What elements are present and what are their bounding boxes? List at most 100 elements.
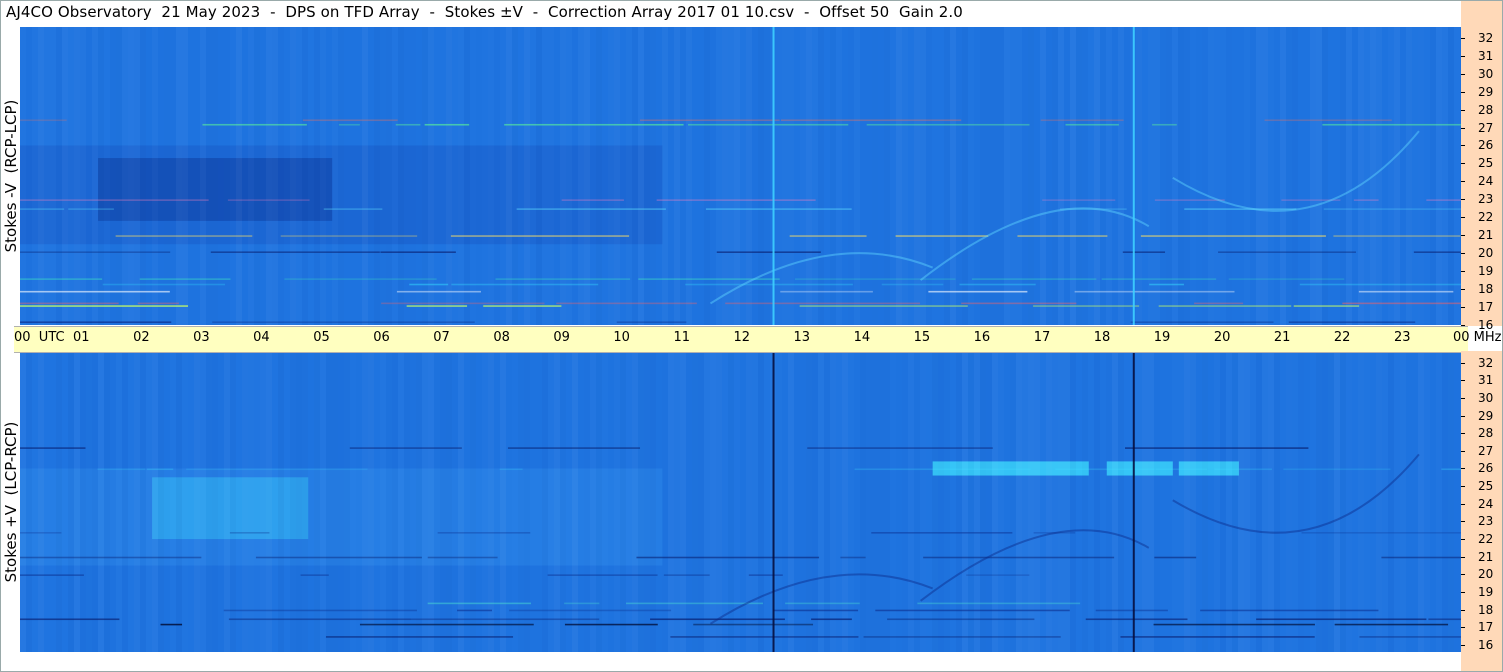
noise-column	[668, 27, 674, 325]
rfi-streak	[139, 278, 231, 280]
noise-column	[326, 352, 332, 652]
freq-tick-label: 18	[1478, 282, 1494, 297]
noise-column	[1100, 352, 1106, 652]
noise-column	[1034, 352, 1040, 652]
freq-tick-label: 32	[1478, 30, 1494, 45]
noise-column	[254, 27, 260, 325]
noise-column	[260, 352, 266, 652]
freq-tick-label: 32	[1478, 355, 1494, 370]
noise-column	[1052, 27, 1058, 325]
noise-column	[164, 27, 170, 325]
freq-tick-mark	[1461, 380, 1465, 382]
freq-tick-mark	[1461, 433, 1465, 435]
rfi-streak	[300, 574, 329, 576]
noise-column	[1004, 352, 1010, 652]
noise-column	[56, 352, 62, 652]
noise-column	[812, 352, 818, 652]
rfi-streak	[1152, 123, 1177, 126]
noise-column	[188, 27, 194, 325]
rfi-streak	[1323, 208, 1461, 210]
noise-column	[332, 352, 338, 652]
rfi-streak	[1184, 208, 1297, 210]
noise-column	[1154, 352, 1160, 652]
rfi-streak	[507, 447, 641, 449]
noise-column	[878, 352, 884, 652]
noise-column	[224, 27, 230, 325]
noise-column	[518, 27, 524, 325]
noise-column	[884, 27, 890, 325]
rfi-streak	[639, 119, 780, 122]
noise-column	[320, 352, 326, 652]
noise-column	[1154, 27, 1160, 325]
noise-column	[212, 352, 218, 652]
noise-column	[656, 352, 662, 652]
utc-tick-label: 19	[1153, 330, 1171, 345]
freq-tick-mark	[1461, 415, 1465, 417]
noise-column	[962, 352, 968, 652]
rfi-streak	[863, 636, 1061, 638]
noise-column	[1064, 27, 1070, 325]
noise-column	[1040, 352, 1046, 652]
noise-column	[554, 352, 560, 652]
noise-column	[1280, 352, 1286, 652]
noise-column	[668, 352, 674, 652]
noise-column	[1070, 27, 1076, 325]
noise-column	[1388, 352, 1394, 652]
noise-column	[740, 27, 746, 325]
noise-column	[698, 352, 704, 652]
noise-column	[1118, 27, 1124, 325]
rfi-streak	[1033, 305, 1140, 307]
noise-column	[128, 27, 134, 325]
noise-column	[1334, 352, 1340, 652]
noise-column	[800, 27, 806, 325]
noise-column	[164, 352, 170, 652]
noise-column	[404, 27, 410, 325]
utc-tick-label: 20	[1213, 330, 1231, 345]
noise-column	[1358, 352, 1364, 652]
rfi-streak	[854, 468, 1031, 471]
rfi-streak	[450, 235, 630, 237]
rfi-streak	[1381, 556, 1461, 559]
noise-column	[74, 27, 80, 325]
noise-column	[956, 352, 962, 652]
freq-tick-label: 26	[1478, 138, 1494, 153]
noise-column	[1088, 352, 1094, 652]
utc-tick-label: 14	[853, 330, 871, 345]
noise-column	[1400, 352, 1406, 652]
freq-tick-mark	[1461, 486, 1465, 488]
freq-tick-label: 16	[1478, 637, 1494, 652]
noise-column	[842, 352, 848, 652]
rfi-streak	[881, 283, 944, 286]
freq-tick-mark	[1461, 468, 1465, 470]
noise-column	[1340, 27, 1346, 325]
noise-column	[1034, 27, 1040, 325]
noise-column	[1244, 27, 1250, 325]
noise-column	[614, 27, 620, 325]
noise-column	[32, 27, 38, 325]
noise-column	[122, 27, 128, 325]
noise-column	[710, 27, 716, 325]
noise-column	[572, 27, 578, 325]
noise-column	[620, 352, 626, 652]
noise-column	[1058, 352, 1064, 652]
noise-column	[26, 352, 32, 652]
noise-column	[80, 27, 86, 325]
utc-tick-label: 22	[1333, 330, 1351, 345]
noise-column	[590, 352, 596, 652]
noise-column	[356, 27, 362, 325]
freq-tick-label: 28	[1478, 102, 1494, 117]
rfi-streak	[1125, 447, 1309, 449]
freq-tick-label: 25	[1478, 479, 1494, 494]
rfi-streak	[1333, 235, 1461, 237]
freq-tick-label: 27	[1478, 443, 1494, 458]
rfi-streak	[451, 283, 599, 286]
utc-tick-label: 21	[1273, 330, 1291, 345]
noise-column	[308, 27, 314, 325]
freq-tick-label: 24	[1478, 174, 1494, 189]
noise-column	[692, 27, 698, 325]
rfi-streak	[210, 251, 380, 253]
noise-column	[1022, 352, 1028, 652]
rfi-streak	[1293, 305, 1360, 307]
noise-column	[458, 27, 464, 325]
noise-column	[1178, 352, 1184, 652]
